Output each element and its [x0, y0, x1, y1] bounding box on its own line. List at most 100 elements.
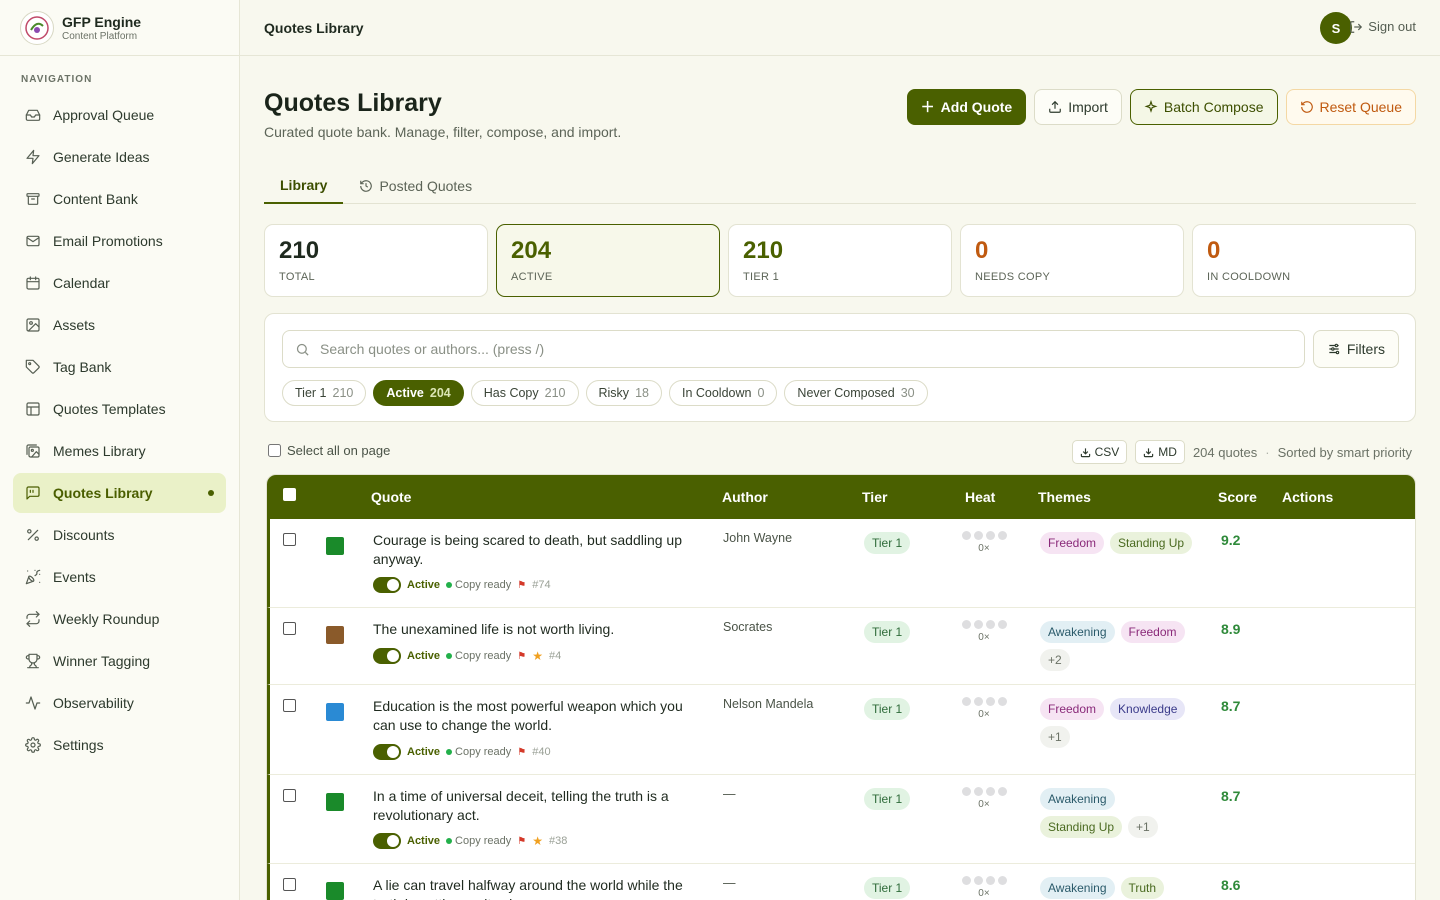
active-toggle[interactable] — [373, 577, 401, 593]
col-score[interactable]: Score — [1218, 489, 1257, 505]
tab-posted-quotes[interactable]: Posted Quotes — [343, 168, 488, 204]
row-checkbox[interactable] — [283, 622, 296, 635]
theme-tag[interactable]: Awakening — [1040, 788, 1115, 810]
row-checkbox[interactable] — [283, 789, 296, 802]
table-toolbar: Select all on page CSV MD 204 quotes · S… — [264, 440, 1416, 464]
stat-card-in-cooldown[interactable]: 0 IN COOLDOWN — [1192, 224, 1416, 297]
gear-icon — [25, 737, 41, 753]
activity-icon — [25, 695, 41, 711]
quote-text[interactable]: A lie can travel halfway around the worl… — [373, 876, 703, 900]
row-checkbox[interactable] — [283, 878, 296, 891]
quote-text[interactable]: In a time of universal deceit, telling t… — [373, 787, 703, 825]
sidebar-item-events[interactable]: Events — [13, 557, 226, 597]
theme-tag[interactable]: +1 — [1040, 726, 1070, 748]
sidebar-item-discounts[interactable]: Discounts — [13, 515, 226, 555]
active-toggle[interactable] — [373, 648, 401, 664]
active-toggle[interactable] — [373, 744, 401, 760]
tab-library[interactable]: Library — [264, 168, 344, 204]
export-csv-button[interactable]: CSV — [1071, 440, 1128, 464]
star-icon: ★ — [532, 834, 544, 848]
col-author[interactable]: Author — [722, 489, 768, 505]
author: Nelson Mandela — [723, 697, 814, 711]
table-row[interactable]: A lie can travel halfway around the worl… — [267, 864, 1415, 900]
theme-tag[interactable]: Knowledge — [1110, 698, 1186, 720]
theme-tag[interactable]: Truth — [1120, 877, 1165, 899]
filter-chip-active[interactable]: Active 204 — [373, 380, 464, 406]
filter-chip-in-cooldown[interactable]: In Cooldown 0 — [668, 380, 778, 406]
theme-tag[interactable]: Standing Up — [1110, 532, 1193, 554]
page-subtitle: Curated quote bank. Manage, filter, comp… — [264, 124, 622, 140]
filter-chip-tier-1[interactable]: Tier 1 210 — [282, 380, 367, 406]
sign-out-icon — [1350, 20, 1363, 33]
select-all-checkbox[interactable] — [268, 444, 281, 457]
select-all-label: Select all on page — [287, 443, 391, 458]
heat-count: 0× — [978, 709, 990, 720]
theme-tag[interactable]: +2 — [1040, 649, 1070, 671]
brand-name: GFP Engine — [62, 13, 142, 30]
col-themes[interactable]: Themes — [1038, 489, 1091, 505]
stat-value: 210 — [279, 237, 320, 264]
filter-panel: Filters Tier 1 210 Active 204 Has Copy 210 Ris… — [264, 313, 1416, 422]
sidebar-item-generate-ideas[interactable]: Generate Ideas — [13, 137, 226, 177]
active-toggle[interactable] — [373, 833, 401, 849]
row-checkbox[interactable] — [283, 699, 296, 712]
table-row[interactable]: Courage is being scared to death, but sa… — [267, 519, 1415, 608]
sign-out-button[interactable]: Sign out — [1349, 19, 1416, 34]
col-quote[interactable]: Quote — [371, 489, 411, 505]
quote-text[interactable]: The unexamined life is not worth living. — [373, 620, 703, 639]
sidebar-item-calendar[interactable]: Calendar — [13, 263, 226, 303]
bolt-icon — [25, 149, 41, 165]
stat-card-tier-1[interactable]: 210 TIER 1 — [728, 224, 952, 297]
sidebar-item-content-bank[interactable]: Content Bank — [13, 179, 226, 219]
search-input[interactable] — [320, 341, 1220, 357]
filters-button[interactable]: Filters — [1312, 330, 1399, 368]
select-all[interactable]: Select all on page — [268, 443, 390, 458]
export-md-button[interactable]: MD — [1135, 440, 1185, 464]
tier-badge: Tier 1 — [864, 532, 911, 554]
sidebar-item-email-promotions[interactable]: Email Promotions — [13, 221, 226, 261]
table-row[interactable]: In a time of universal deceit, telling t… — [267, 775, 1415, 864]
batch-compose-button[interactable]: Batch Compose — [1129, 89, 1278, 125]
sidebar-item-memes-library[interactable]: Memes Library — [13, 431, 226, 471]
sidebar-item-tag-bank[interactable]: Tag Bank — [13, 347, 226, 387]
search-box[interactable] — [282, 330, 1305, 368]
heat-count: 0× — [978, 799, 990, 810]
theme-tag[interactable]: +1 — [1128, 816, 1158, 838]
stat-card-total[interactable]: 210 TOTAL — [264, 224, 488, 297]
active-dot — [208, 490, 214, 496]
sidebar-item-weekly-roundup[interactable]: Weekly Roundup — [13, 599, 226, 639]
theme-tag[interactable]: Freedom — [1040, 532, 1105, 554]
theme-tag[interactable]: Awakening — [1040, 621, 1115, 643]
quote-text[interactable]: Courage is being scared to death, but sa… — [373, 531, 703, 569]
sidebar-item-quotes-templates[interactable]: Quotes Templates — [13, 389, 226, 429]
col-tier[interactable]: Tier — [862, 489, 887, 505]
import-button[interactable]: Import — [1034, 89, 1122, 125]
theme-tag[interactable]: Freedom — [1040, 698, 1105, 720]
theme-tag[interactable]: Freedom — [1120, 621, 1185, 643]
brand[interactable]: GFP Engine Content Platform — [0, 0, 239, 56]
filter-chip-has-copy[interactable]: Has Copy 210 — [470, 380, 579, 406]
stat-label: TIER 1 — [743, 271, 780, 283]
col-heat[interactable]: Heat — [965, 489, 995, 505]
sidebar-item-assets[interactable]: Assets — [13, 305, 226, 345]
avatar[interactable]: S — [1320, 12, 1352, 44]
sidebar-item-quotes-library[interactable]: Quotes Library — [13, 473, 226, 513]
sidebar-item-observability[interactable]: Observability — [13, 683, 226, 723]
sidebar-item-settings[interactable]: Settings — [13, 725, 226, 765]
filter-chip-never-composed[interactable]: Never Composed 30 — [784, 380, 928, 406]
sidebar-item-winner-tagging[interactable]: Winner Tagging — [13, 641, 226, 681]
table-row[interactable]: Education is the most powerful weapon wh… — [267, 685, 1415, 775]
stat-card-needs-copy[interactable]: 0 NEEDS COPY — [960, 224, 1184, 297]
quote-text[interactable]: Education is the most powerful weapon wh… — [373, 697, 703, 735]
author: Socrates — [723, 620, 773, 634]
theme-tag[interactable]: Standing Up — [1040, 816, 1123, 838]
reset-queue-button[interactable]: Reset Queue — [1285, 89, 1416, 125]
add-quote-button[interactable]: ＋ Add Quote — [906, 89, 1027, 125]
table-row[interactable]: The unexamined life is not worth living.… — [267, 608, 1415, 685]
sidebar-item-approval-queue[interactable]: Approval Queue — [13, 95, 226, 135]
stat-card-active[interactable]: 204 ACTIVE — [496, 224, 720, 297]
filter-chip-risky[interactable]: Risky 18 — [585, 380, 662, 406]
row-checkbox[interactable] — [283, 533, 296, 546]
header-checkbox[interactable] — [283, 488, 296, 501]
theme-tag[interactable]: Awakening — [1040, 877, 1115, 899]
